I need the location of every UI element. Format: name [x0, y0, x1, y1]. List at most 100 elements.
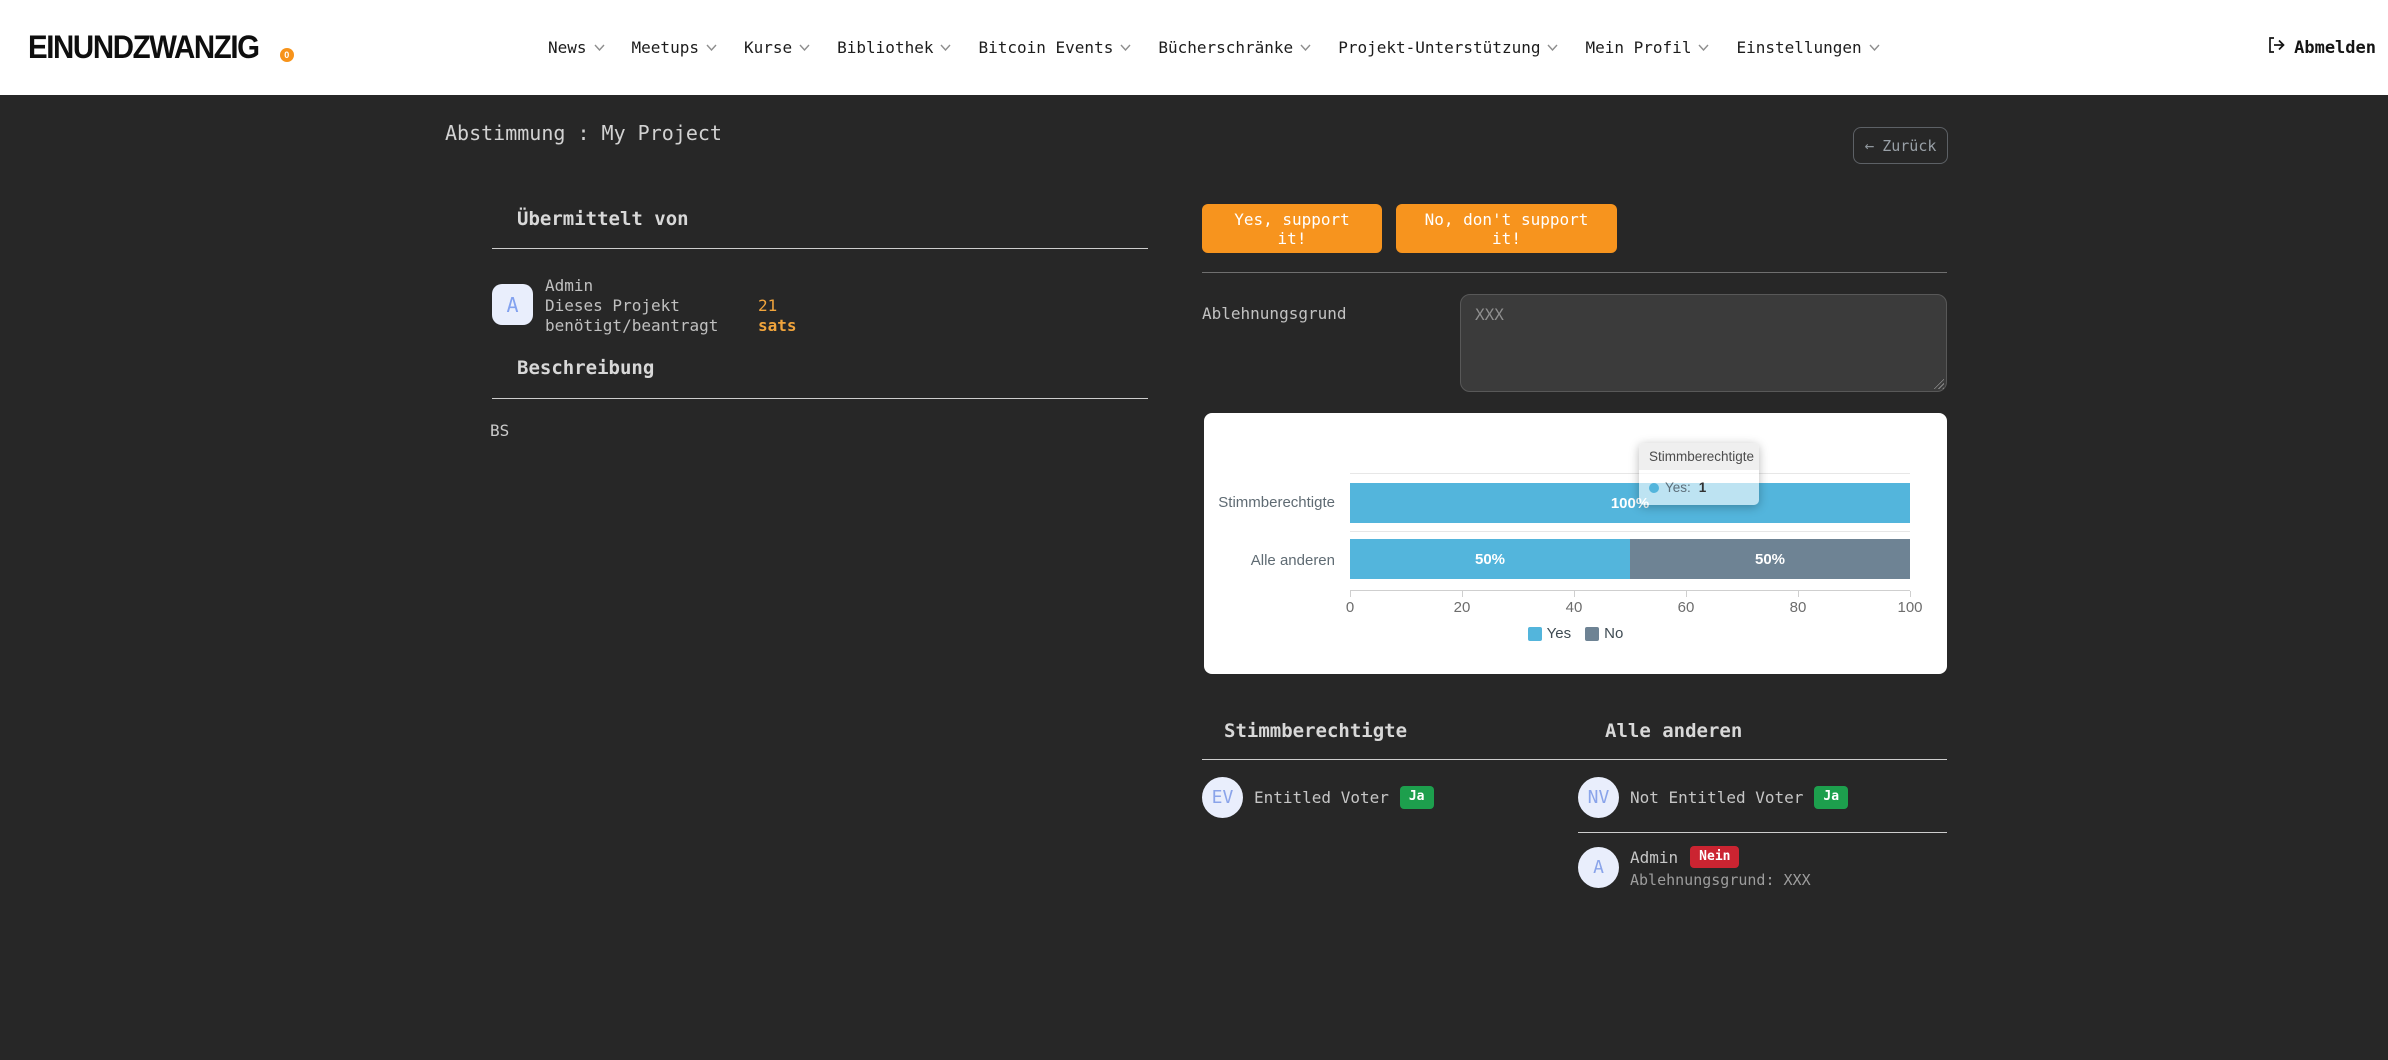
divider: [492, 398, 1148, 399]
axis-tick: [1686, 591, 1687, 597]
chevron-down-icon: [1120, 44, 1131, 51]
description-heading: Beschreibung: [517, 357, 654, 379]
submitter-line2: Dieses Projekt: [545, 296, 718, 316]
chevron-down-icon: [1698, 44, 1709, 51]
nav-item-kurse[interactable]: Kurse: [744, 38, 810, 57]
chevron-down-icon: [940, 44, 951, 51]
brand-logo-dot-icon: 0: [280, 48, 294, 62]
logout-icon: [2266, 35, 2286, 60]
nav-item-label: News: [548, 38, 587, 57]
tooltip-body: Yes: 1: [1639, 470, 1759, 505]
tooltip-series-dot-icon: [1649, 483, 1659, 493]
top-navbar: EINUNDZWANZIG 0 News Meetups Kurse Bibli…: [0, 0, 2388, 95]
nav-menu: News Meetups Kurse Bibliothek Bitcoin Ev…: [548, 0, 1880, 95]
chart-x-axis-line: [1350, 590, 1910, 591]
submitted-by-heading: Übermittelt von: [517, 208, 689, 230]
nav-item-einstellungen[interactable]: Einstellungen: [1736, 38, 1879, 57]
nav-item-meetups[interactable]: Meetups: [632, 38, 717, 57]
nav-item-label: Projekt-Unterstützung: [1338, 38, 1540, 57]
amount-unit: sats: [758, 316, 797, 336]
reason-label: Ablehnungsgrund: [1202, 304, 1347, 323]
chart-category-label: Alle anderen: [1214, 552, 1335, 569]
tooltip-value: 1: [1699, 480, 1707, 495]
nav-item-mein-profil[interactable]: Mein Profil: [1585, 38, 1709, 57]
axis-tick-label: 60: [1678, 599, 1695, 616]
nav-item-buecherschraenke[interactable]: Bücherschränke: [1158, 38, 1311, 57]
requested-amount: 21 sats: [758, 296, 797, 336]
bar-segment-no[interactable]: 50%: [1630, 539, 1910, 579]
logout-button[interactable]: Abmelden: [2266, 0, 2376, 95]
voter-row-admin: A Admin Nein Ablehnungsgrund: XXX: [1578, 846, 1811, 889]
admin-vote-details: Admin Nein Ablehnungsgrund: XXX: [1630, 846, 1811, 889]
legend-label: No: [1604, 625, 1623, 642]
axis-tick-label: 0: [1346, 599, 1354, 616]
axis-tick: [1574, 591, 1575, 597]
nav-item-label: Bibliothek: [837, 38, 933, 57]
axis-tick: [1462, 591, 1463, 597]
back-arrow-icon: ←: [1865, 136, 1875, 155]
nav-item-label: Mein Profil: [1585, 38, 1691, 57]
axis-tick-label: 40: [1566, 599, 1583, 616]
nav-item-projekt-unterstuetzung[interactable]: Projekt-Unterstützung: [1338, 38, 1558, 57]
avatar-admin: A: [492, 284, 533, 325]
vote-yes-button[interactable]: Yes, support it!: [1202, 204, 1382, 253]
avatar-admin-voter: A: [1578, 847, 1619, 888]
chart-gridline: [1350, 473, 1910, 474]
vote-badge-ja: Ja: [1814, 786, 1848, 808]
divider: [1578, 832, 1947, 833]
tooltip-title: Stimmberechtigte: [1639, 443, 1759, 470]
avatar-entitled-voter: EV: [1202, 777, 1243, 818]
submitter-name: Admin: [545, 276, 718, 296]
submitted-by-info: Admin Dieses Projekt benötigt/beantragt: [545, 276, 718, 336]
chart-tooltip: Stimmberechtigte Yes: 1: [1639, 443, 1759, 505]
amount-value: 21: [758, 296, 797, 316]
brand-logo-text: EINUNDZWANZIG: [28, 29, 259, 66]
axis-tick: [1798, 591, 1799, 597]
divider: [1202, 272, 1947, 273]
bar-segment-yes[interactable]: 100%: [1350, 483, 1910, 523]
nav-item-label: Meetups: [632, 38, 699, 57]
nav-item-label: Kurse: [744, 38, 792, 57]
chevron-down-icon: [1300, 44, 1311, 51]
nav-item-bibliothek[interactable]: Bibliothek: [837, 38, 951, 57]
chevron-down-icon: [1869, 44, 1880, 51]
vote-badge-nein: Nein: [1690, 846, 1739, 868]
voter-row-entitled-voter: EV Entitled Voter Ja: [1202, 777, 1434, 818]
bar-row-alle-anderen: 50% 50%: [1350, 539, 1910, 579]
nav-item-bitcoin-events[interactable]: Bitcoin Events: [978, 38, 1131, 57]
vote-badge-ja: Ja: [1400, 786, 1434, 808]
page: EINUNDZWANZIG 0 News Meetups Kurse Bibli…: [0, 0, 2388, 1060]
submitter-line3: benötigt/beantragt: [545, 316, 718, 336]
vote-result-chart-card: Stimmberechtigte Alle anderen 100% 50% 5…: [1204, 413, 1947, 674]
nav-item-label: Bitcoin Events: [978, 38, 1113, 57]
entitled-voters-heading: Stimmberechtigte: [1224, 720, 1407, 742]
axis-tick-label: 100: [1897, 599, 1922, 616]
axis-tick-label: 80: [1790, 599, 1807, 616]
description-text: BS: [490, 421, 509, 440]
reason-field-wrap: XXX: [1460, 294, 1947, 392]
legend-label: Yes: [1547, 625, 1571, 642]
chevron-down-icon: [799, 44, 810, 51]
axis-tick-label: 20: [1454, 599, 1471, 616]
legend-swatch-no: [1585, 627, 1599, 641]
voter-name: Admin: [1630, 848, 1678, 867]
legend-item-yes[interactable]: Yes: [1528, 625, 1571, 642]
admin-vote-top: Admin Nein: [1630, 846, 1811, 868]
chart-category-label: Stimmberechtigte: [1214, 494, 1335, 511]
logout-label: Abmelden: [2294, 38, 2376, 58]
chart-gridline: [1350, 531, 1910, 532]
axis-tick: [1350, 591, 1351, 597]
vote-no-button[interactable]: No, don't support it!: [1396, 204, 1617, 253]
reason-textarea[interactable]: XXX: [1460, 294, 1947, 392]
axis-tick: [1910, 591, 1911, 597]
voter-row-not-entitled-voter: NV Not Entitled Voter Ja: [1578, 777, 1848, 818]
voter-name: Not Entitled Voter: [1630, 788, 1803, 807]
bar-segment-yes[interactable]: 50%: [1350, 539, 1630, 579]
legend-item-no[interactable]: No: [1585, 625, 1623, 642]
back-button-label: Zurück: [1882, 137, 1936, 155]
back-button[interactable]: ← Zurück: [1853, 127, 1948, 164]
voter-reason: Ablehnungsgrund: XXX: [1630, 871, 1811, 889]
nav-item-news[interactable]: News: [548, 38, 605, 57]
divider: [492, 248, 1148, 249]
brand-logo[interactable]: EINUNDZWANZIG 0: [28, 0, 294, 95]
